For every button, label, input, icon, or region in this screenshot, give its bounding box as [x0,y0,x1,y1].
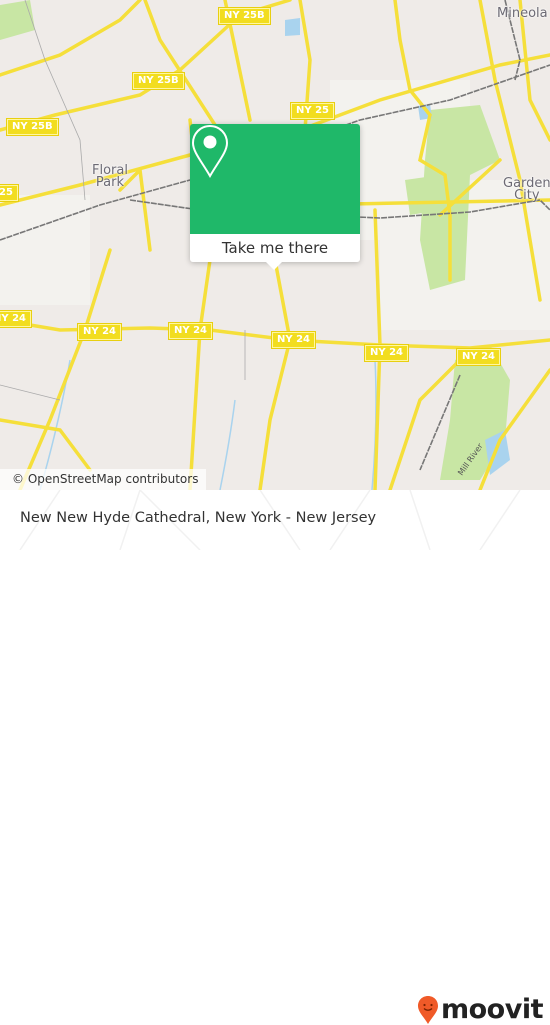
road-shield: NY 25B [6,118,59,136]
road-shield: NY 24 [167,322,214,340]
road-shield: NY 24 [0,310,33,328]
road-shield: 25 [0,184,19,202]
road-shield: NY 24 [270,331,317,349]
path [0,384,61,401]
road-shield: NY 24 [363,344,410,362]
popup-pointer [266,262,282,270]
residential-area [0,195,90,305]
place-label-mineola: Mineola [497,6,548,21]
location-title: New New Hyde Cathedral, New York - New J… [20,510,377,526]
place-label-line: Park [95,175,125,190]
stream [219,399,236,490]
popup-header[interactable] [190,124,360,234]
road [0,418,92,472]
take-me-there-button[interactable]: Take me there [190,234,360,262]
location-pin-icon [191,124,229,179]
place-label-floral-park: Floral Park [92,164,128,190]
place-label-line: City [514,188,540,203]
road-shield: NY 25 [289,102,336,120]
moovit-wordmark: moovit [441,994,544,1025]
map-attribution[interactable]: © OpenStreetMap contributors [0,469,207,490]
park-area [0,0,35,40]
moovit-pin-icon [418,996,438,1024]
footer-bar: New New Hyde Cathedral, New York - New J… [0,490,550,1024]
road-shield: NY 25B [218,7,271,25]
map-canvas[interactable]: Mineola Floral Park Garden City NY 25B N… [0,0,550,490]
road-shield: NY 24 [76,323,123,341]
road-shield: NY 25B [132,72,185,90]
moovit-logo[interactable]: moovit [417,994,544,1025]
location-popup: Take me there [190,124,360,270]
water-body [285,18,300,36]
road-shield: NY 24 [455,348,502,366]
park-area [405,175,440,215]
place-label-garden-city: Garden City [503,177,550,203]
road [188,258,212,490]
road [143,0,217,127]
